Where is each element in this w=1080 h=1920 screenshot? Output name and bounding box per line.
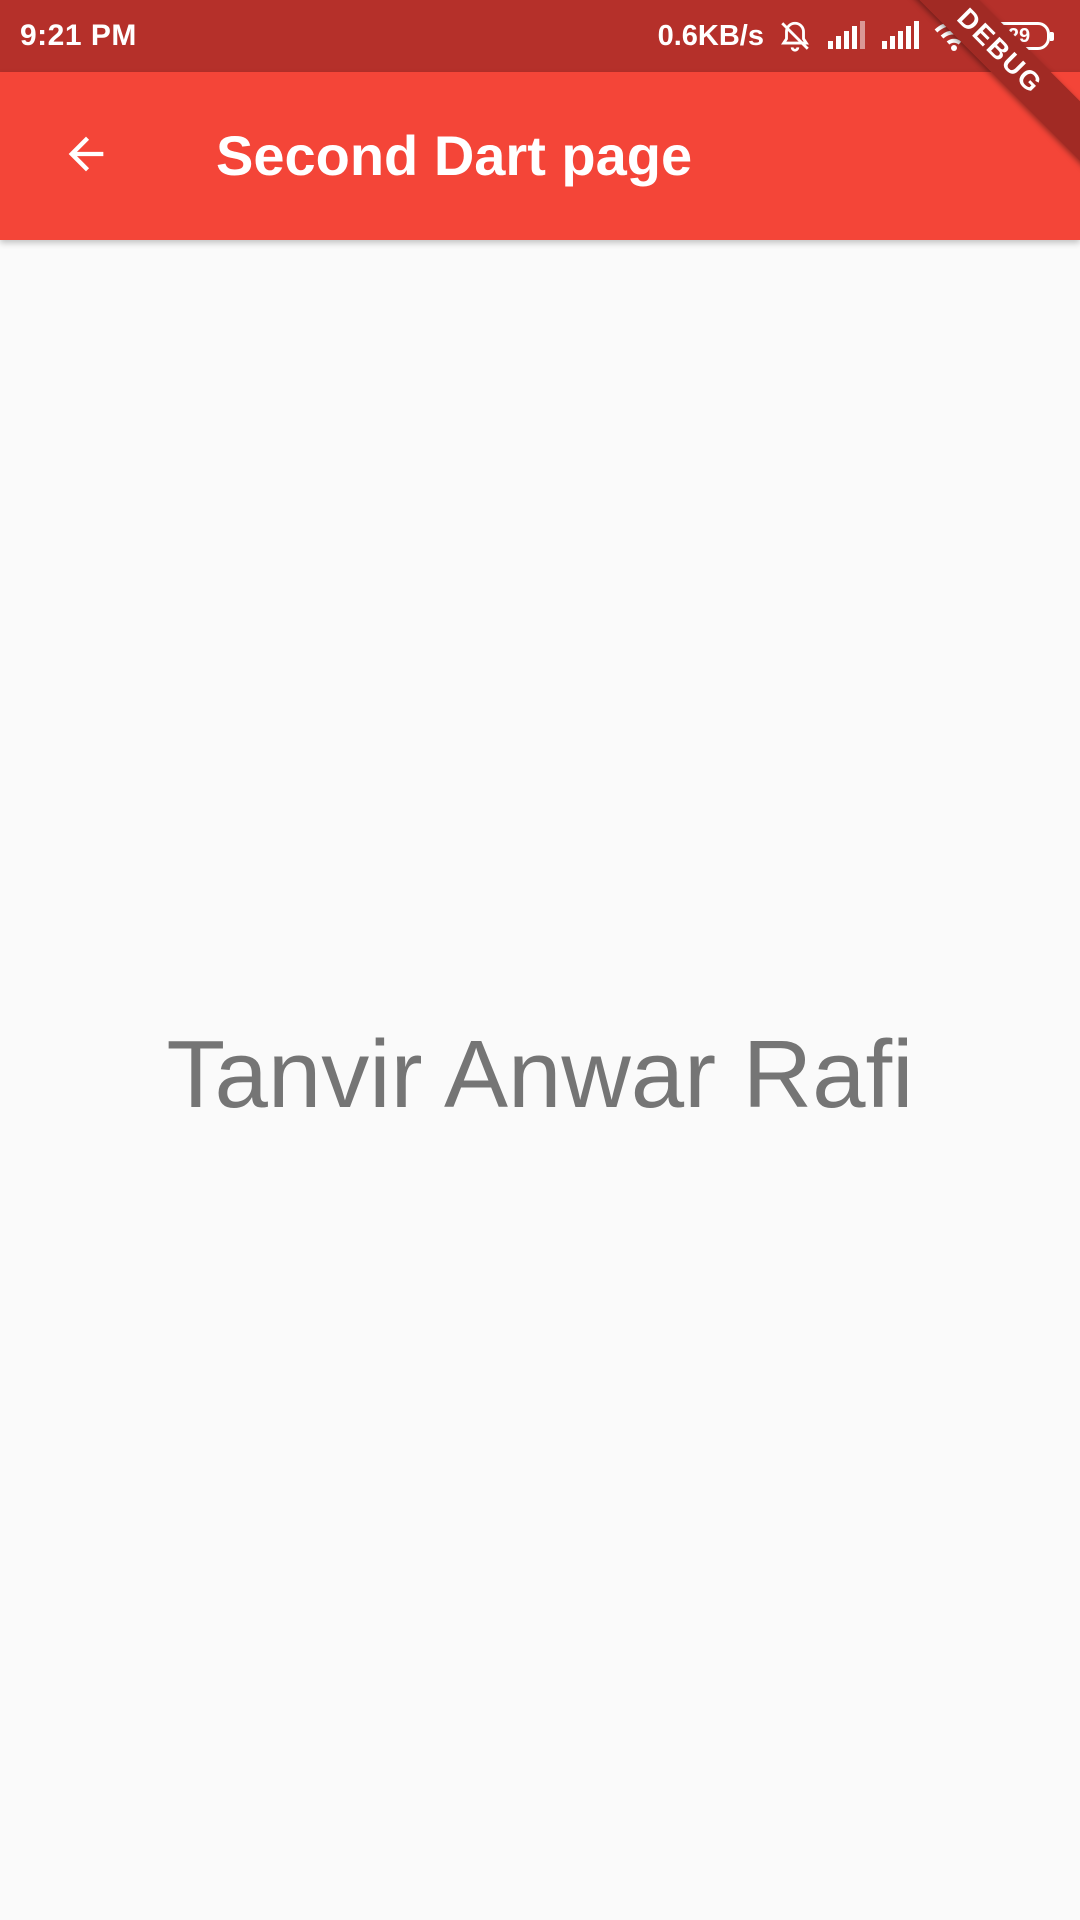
page-title: Second Dart page [216,124,693,187]
signal-icon [826,21,866,51]
center-text: Tanvir Anwar Rafi [166,1021,914,1128]
status-time: 9:21 PM [20,19,137,52]
page-body: Tanvir Anwar Rafi [0,240,1080,1920]
app-bar: Second Dart page [0,72,1080,240]
muted-bell-icon [778,19,812,53]
arrow-back-icon [60,128,112,185]
signal-icon [880,21,920,51]
network-speed: 0.6KB/s [657,19,764,52]
back-button[interactable] [44,114,128,198]
status-bar: 9:21 PM 0.6KB/s 29 [0,0,1080,72]
